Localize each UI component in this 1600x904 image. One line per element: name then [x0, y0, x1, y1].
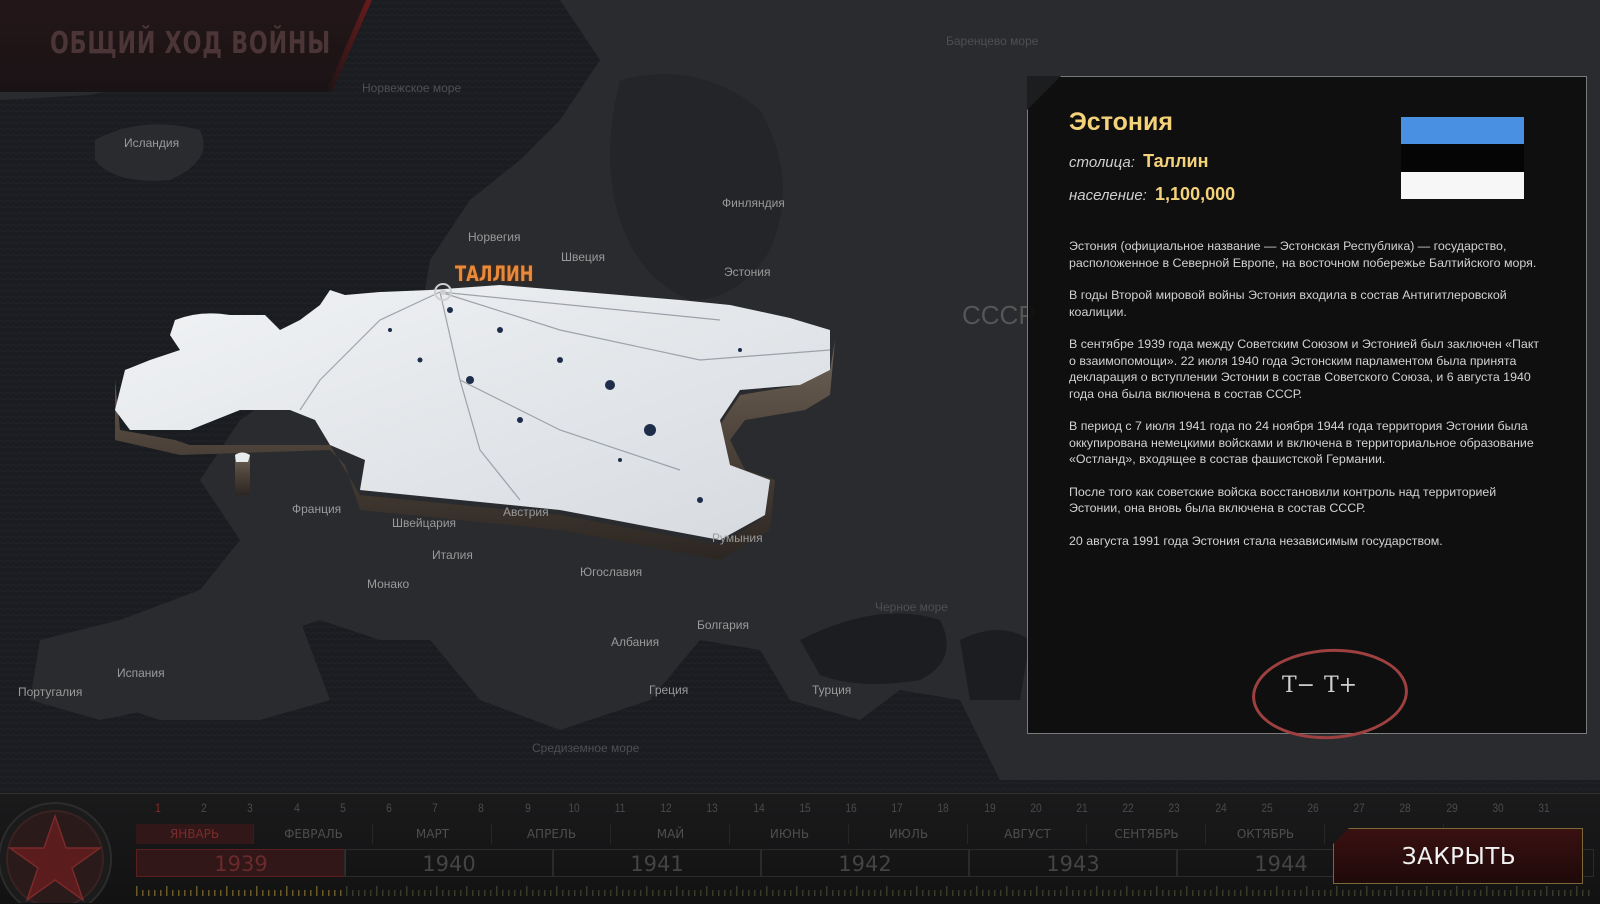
timeline-day[interactable]: 21: [1074, 801, 1091, 815]
capital-label: столица:: [1069, 154, 1135, 171]
flag-stripe-blue: [1401, 117, 1524, 145]
timeline-ticks: [136, 886, 1590, 896]
timeline-day[interactable]: 16: [843, 801, 860, 815]
map-label: Монако: [367, 577, 410, 591]
timeline-day[interactable]: 5: [334, 801, 351, 815]
timeline-year[interactable]: 1940: [344, 849, 554, 877]
timeline-month[interactable]: АПРЕЛЬ: [493, 824, 611, 844]
map-label: Швейцария: [392, 516, 457, 530]
timeline-day[interactable]: 23: [1166, 801, 1183, 815]
population-row: население: 1,100,000: [1069, 184, 1235, 205]
map-label: Франция: [292, 502, 342, 516]
map-label: Италия: [432, 548, 473, 562]
country-description: Эстония (официальное название — Эстонска…: [1069, 238, 1549, 565]
timeline-day[interactable]: 2: [196, 801, 213, 815]
timeline-day[interactable]: 11: [612, 801, 629, 815]
timeline-day[interactable]: 31: [1536, 801, 1553, 815]
timeline-day[interactable]: 13: [704, 801, 721, 815]
timeline-day[interactable]: 18: [935, 801, 952, 815]
timeline-day[interactable]: 19: [981, 801, 998, 815]
description-paragraph: В период с 7 июля 1941 года по 24 ноября…: [1069, 419, 1534, 466]
timeline-month[interactable]: СЕНТЯБРЬ: [1088, 824, 1206, 844]
increase-text-size-button[interactable]: T+: [1324, 673, 1357, 698]
population-label: население:: [1069, 187, 1147, 204]
map-label: Черное море: [875, 600, 948, 614]
timeline-day[interactable]: 6: [381, 801, 398, 815]
close-button[interactable]: ЗАКРЫТЬ: [1333, 828, 1583, 884]
map-label: Греция: [649, 683, 689, 697]
red-star-emblem-icon: [0, 802, 112, 903]
map-label: Турция: [812, 683, 852, 697]
timeline-day[interactable]: 20: [1027, 801, 1044, 815]
country-name: Эстония: [1069, 108, 1173, 136]
country-flag: [1401, 117, 1524, 199]
close-button-label: ЗАКРЫТЬ: [1401, 844, 1517, 870]
decrease-text-size-button[interactable]: T−: [1282, 673, 1315, 698]
screen-title: ОБЩИЙ ХОД ВОЙНЫ: [50, 26, 332, 61]
map-label: Норвегия: [468, 230, 521, 244]
description-paragraph: Эстония (официальное название — Эстонска…: [1069, 239, 1537, 270]
map-label: Албания: [611, 635, 660, 649]
timeline-month[interactable]: ОКТЯБРЬ: [1207, 824, 1325, 844]
timeline-month[interactable]: ЯНВАРЬ: [136, 824, 254, 844]
timeline-month[interactable]: МАЙ: [612, 824, 730, 844]
population-value: 1,100,000: [1155, 184, 1236, 204]
timeline-day[interactable]: 28: [1397, 801, 1414, 815]
description-paragraph: После того как советские войска восстано…: [1069, 484, 1497, 516]
capital-value: Таллин: [1143, 151, 1209, 171]
timeline-day[interactable]: 8: [473, 801, 490, 815]
map-label: Норвежское море: [362, 81, 462, 95]
timeline-day[interactable]: 29: [1443, 801, 1460, 815]
description-paragraph: В годы Второй мировой войны Эстония вход…: [1069, 288, 1507, 319]
map-label: Швеция: [561, 250, 605, 264]
timeline-day[interactable]: 12: [658, 801, 675, 815]
timeline-day[interactable]: 10: [565, 801, 582, 815]
timeline-day[interactable]: 4: [288, 801, 305, 815]
timeline-month[interactable]: ИЮНЬ: [731, 824, 849, 844]
map-label: СССР: [962, 300, 1036, 330]
capital-row: столица: Таллин: [1069, 151, 1208, 172]
map-label: Румыния: [712, 531, 763, 545]
map-label: Эстония: [724, 265, 771, 279]
map-label: Болгария: [697, 618, 749, 632]
timeline-day[interactable]: 25: [1258, 801, 1275, 815]
map-label: Австрия: [503, 505, 549, 519]
map-label: Средиземное море: [532, 741, 640, 755]
timeline-day[interactable]: 22: [1120, 801, 1137, 815]
map-label: Финляндия: [722, 196, 785, 210]
country-info-panel: Эстония столица: Таллин население: 1,100…: [1027, 76, 1587, 744]
timeline-day[interactable]: 9: [519, 801, 536, 815]
timeline-day[interactable]: 17: [889, 801, 906, 815]
timeline-day[interactable]: 7: [427, 801, 444, 815]
timeline-day[interactable]: 15: [796, 801, 813, 815]
description-paragraph: 20 августа 1991 года Эстония стала незав…: [1069, 533, 1443, 548]
map-label: Испания: [117, 666, 165, 680]
timeline-day[interactable]: 14: [750, 801, 767, 815]
timeline-month[interactable]: ФЕВРАЛЬ: [255, 824, 373, 844]
timeline-month[interactable]: ИЮЛЬ: [850, 824, 968, 844]
timeline-day[interactable]: 27: [1351, 801, 1368, 815]
flag-stripe-black: [1401, 144, 1524, 172]
timeline-day[interactable]: 24: [1212, 801, 1229, 815]
timeline-day[interactable]: 26: [1305, 801, 1322, 815]
timeline-year[interactable]: 1942: [760, 849, 970, 877]
map-label: Югославия: [580, 565, 643, 579]
timeline-month[interactable]: АВГУСТ: [969, 824, 1087, 844]
timeline-month[interactable]: МАРТ: [374, 824, 492, 844]
flag-stripe-white: [1401, 171, 1524, 199]
timeline-day[interactable]: 30: [1489, 801, 1506, 815]
months-row: ЯНВАРЬ ФЕВРАЛЬ МАРТ АПРЕЛЬ МАЙ ИЮНЬ ИЮЛЬ АВГУСТ…: [136, 824, 1466, 844]
timeline-day[interactable]: 3: [242, 801, 259, 815]
description-paragraph: В сентябре 1939 года между Советским Сою…: [1069, 337, 1540, 401]
timeline-year[interactable]: 1943: [968, 849, 1178, 877]
timeline-year[interactable]: 1939: [136, 849, 346, 877]
text-size-controls: T− T+: [1249, 644, 1411, 744]
map-label: Португалия: [18, 685, 83, 699]
capital-marker-label: ТАЛЛИН: [455, 262, 534, 286]
map-label: Исландия: [124, 136, 180, 150]
timeline-year[interactable]: 1941: [552, 849, 762, 877]
map-label: Баренцево море: [946, 34, 1039, 48]
days-row: 1 2 3 4 5 6 7 8 9 10 11 12 13 14 15 16 17 18 19 20 21 22 23 24 2…: [136, 801, 1590, 819]
timeline-day[interactable]: 1: [150, 801, 167, 815]
